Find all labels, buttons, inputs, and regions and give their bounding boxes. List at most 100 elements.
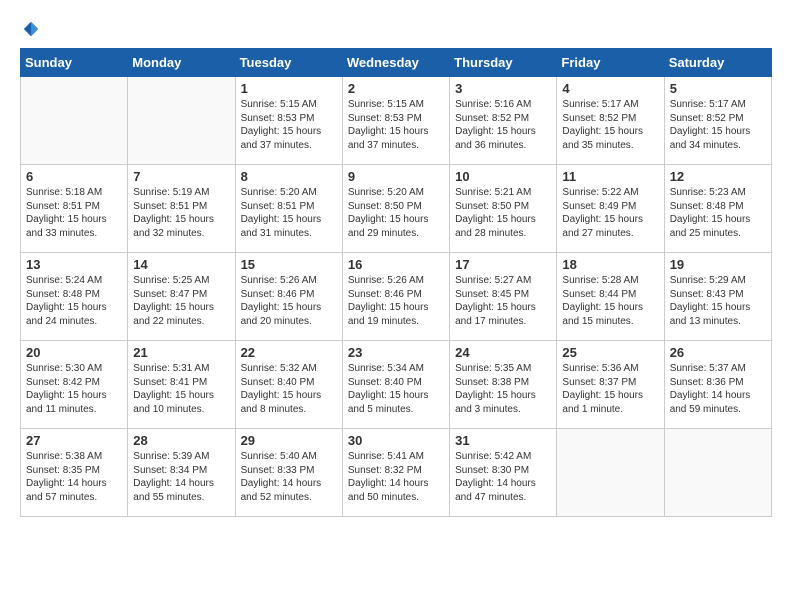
calendar-cell: 20Sunrise: 5:30 AM Sunset: 8:42 PM Dayli… [21, 341, 128, 429]
day-number: 18 [562, 257, 658, 272]
cell-content: Sunrise: 5:15 AM Sunset: 8:53 PM Dayligh… [241, 98, 337, 152]
day-number: 13 [26, 257, 122, 272]
calendar-cell: 4Sunrise: 5:17 AM Sunset: 8:52 PM Daylig… [557, 77, 664, 165]
page-header [20, 20, 772, 38]
cell-content: Sunrise: 5:22 AM Sunset: 8:49 PM Dayligh… [562, 186, 658, 240]
calendar-cell: 9Sunrise: 5:20 AM Sunset: 8:50 PM Daylig… [342, 165, 449, 253]
calendar-cell: 22 Sunrise: 5:32 AM Sunset: 8:40 PM Dayli… [235, 341, 342, 429]
calendar-header-row: SundayMondayTuesdayWednesdayThursdayFrid… [21, 49, 772, 77]
calendar-table: SundayMondayTuesdayWednesdayThursdayFrid… [20, 48, 772, 517]
day-number: 10 [455, 169, 551, 184]
calendar-cell: 7 Sunrise: 5:19 AM Sunset: 8:51 PM Daylig… [128, 165, 235, 253]
cell-content: Sunrise: 5:21 AM Sunset: 8:50 PM Dayligh… [455, 186, 551, 240]
cell-content: Sunrise: 5:41 AM Sunset: 8:32 PM Dayligh… [348, 450, 444, 504]
cell-content: Sunrise: 5:17 AM Sunset: 8:52 PM Dayligh… [670, 98, 766, 152]
cell-content: Sunrise: 5:28 AM Sunset: 8:44 PM Dayligh… [562, 274, 658, 328]
day-of-week-tuesday: Tuesday [235, 49, 342, 77]
calendar-week-1: 1 Sunrise: 5:15 AM Sunset: 8:53 PM Daylig… [21, 77, 772, 165]
day-number: 24 [455, 345, 551, 360]
day-number: 28 [133, 433, 229, 448]
calendar-cell: 17 Sunrise: 5:27 AM Sunset: 8:45 PM Dayli… [450, 253, 557, 341]
calendar-week-4: 20Sunrise: 5:30 AM Sunset: 8:42 PM Dayli… [21, 341, 772, 429]
calendar-cell: 1 Sunrise: 5:15 AM Sunset: 8:53 PM Daylig… [235, 77, 342, 165]
cell-content: Sunrise: 5:23 AM Sunset: 8:48 PM Dayligh… [670, 186, 766, 240]
day-number: 2 [348, 81, 444, 96]
cell-content: Sunrise: 5:29 AM Sunset: 8:43 PM Dayligh… [670, 274, 766, 328]
day-number: 19 [670, 257, 766, 272]
calendar-cell: 23 Sunrise: 5:34 AM Sunset: 8:40 PM Dayli… [342, 341, 449, 429]
day-of-week-sunday: Sunday [21, 49, 128, 77]
day-number: 26 [670, 345, 766, 360]
cell-content: Sunrise: 5:32 AM Sunset: 8:40 PM Dayligh… [241, 362, 337, 416]
day-number: 5 [670, 81, 766, 96]
cell-content: Sunrise: 5:24 AM Sunset: 8:48 PM Dayligh… [26, 274, 122, 328]
day-number: 22 [241, 345, 337, 360]
day-number: 29 [241, 433, 337, 448]
cell-content: Sunrise: 5:34 AM Sunset: 8:40 PM Dayligh… [348, 362, 444, 416]
day-number: 7 [133, 169, 229, 184]
day-number: 25 [562, 345, 658, 360]
calendar-week-5: 27 Sunrise: 5:38 AM Sunset: 8:35 PM Dayli… [21, 429, 772, 517]
day-number: 30 [348, 433, 444, 448]
calendar-cell: 3 Sunrise: 5:16 AM Sunset: 8:52 PM Daylig… [450, 77, 557, 165]
cell-content: Sunrise: 5:25 AM Sunset: 8:47 PM Dayligh… [133, 274, 229, 328]
calendar-cell: 15 Sunrise: 5:26 AM Sunset: 8:46 PM Dayli… [235, 253, 342, 341]
cell-content: Sunrise: 5:17 AM Sunset: 8:52 PM Dayligh… [562, 98, 658, 152]
cell-content: Sunrise: 5:40 AM Sunset: 8:33 PM Dayligh… [241, 450, 337, 504]
cell-content: Sunrise: 5:15 AM Sunset: 8:53 PM Dayligh… [348, 98, 444, 152]
day-number: 6 [26, 169, 122, 184]
cell-content: Sunrise: 5:26 AM Sunset: 8:46 PM Dayligh… [348, 274, 444, 328]
day-number: 1 [241, 81, 337, 96]
day-of-week-wednesday: Wednesday [342, 49, 449, 77]
logo [20, 20, 40, 38]
cell-content: Sunrise: 5:16 AM Sunset: 8:52 PM Dayligh… [455, 98, 551, 152]
calendar-cell: 29 Sunrise: 5:40 AM Sunset: 8:33 PM Dayli… [235, 429, 342, 517]
day-number: 9 [348, 169, 444, 184]
calendar-cell: 5 Sunrise: 5:17 AM Sunset: 8:52 PM Daylig… [664, 77, 771, 165]
day-of-week-monday: Monday [128, 49, 235, 77]
day-number: 17 [455, 257, 551, 272]
calendar-cell: 8 Sunrise: 5:20 AM Sunset: 8:51 PM Daylig… [235, 165, 342, 253]
day-number: 11 [562, 169, 658, 184]
calendar-cell: 21Sunrise: 5:31 AM Sunset: 8:41 PM Dayli… [128, 341, 235, 429]
calendar-week-2: 6 Sunrise: 5:18 AM Sunset: 8:51 PM Daylig… [21, 165, 772, 253]
cell-content: Sunrise: 5:19 AM Sunset: 8:51 PM Dayligh… [133, 186, 229, 240]
day-number: 14 [133, 257, 229, 272]
cell-content: Sunrise: 5:27 AM Sunset: 8:45 PM Dayligh… [455, 274, 551, 328]
calendar-cell: 13 Sunrise: 5:24 AM Sunset: 8:48 PM Dayli… [21, 253, 128, 341]
day-number: 15 [241, 257, 337, 272]
calendar-cell: 2 Sunrise: 5:15 AM Sunset: 8:53 PM Daylig… [342, 77, 449, 165]
calendar-cell [21, 77, 128, 165]
day-number: 8 [241, 169, 337, 184]
day-number: 23 [348, 345, 444, 360]
calendar-cell [557, 429, 664, 517]
cell-content: Sunrise: 5:18 AM Sunset: 8:51 PM Dayligh… [26, 186, 122, 240]
calendar-cell: 10 Sunrise: 5:21 AM Sunset: 8:50 PM Dayli… [450, 165, 557, 253]
cell-content: Sunrise: 5:36 AM Sunset: 8:37 PM Dayligh… [562, 362, 658, 416]
calendar-cell: 24Sunrise: 5:35 AM Sunset: 8:38 PM Dayli… [450, 341, 557, 429]
calendar-cell: 30 Sunrise: 5:41 AM Sunset: 8:32 PM Dayli… [342, 429, 449, 517]
day-of-week-saturday: Saturday [664, 49, 771, 77]
calendar-cell: 14 Sunrise: 5:25 AM Sunset: 8:47 PM Dayli… [128, 253, 235, 341]
calendar-cell: 12 Sunrise: 5:23 AM Sunset: 8:48 PM Dayli… [664, 165, 771, 253]
cell-content: Sunrise: 5:38 AM Sunset: 8:35 PM Dayligh… [26, 450, 122, 504]
cell-content: Sunrise: 5:37 AM Sunset: 8:36 PM Dayligh… [670, 362, 766, 416]
calendar-cell: 26 Sunrise: 5:37 AM Sunset: 8:36 PM Dayli… [664, 341, 771, 429]
day-of-week-friday: Friday [557, 49, 664, 77]
cell-content: Sunrise: 5:26 AM Sunset: 8:46 PM Dayligh… [241, 274, 337, 328]
calendar-cell: 27 Sunrise: 5:38 AM Sunset: 8:35 PM Dayli… [21, 429, 128, 517]
day-number: 3 [455, 81, 551, 96]
day-number: 16 [348, 257, 444, 272]
cell-content: Sunrise: 5:31 AM Sunset: 8:41 PM Dayligh… [133, 362, 229, 416]
cell-content: Sunrise: 5:42 AM Sunset: 8:30 PM Dayligh… [455, 450, 551, 504]
calendar-cell [128, 77, 235, 165]
calendar-cell: 25 Sunrise: 5:36 AM Sunset: 8:37 PM Dayli… [557, 341, 664, 429]
cell-content: Sunrise: 5:20 AM Sunset: 8:51 PM Dayligh… [241, 186, 337, 240]
day-number: 27 [26, 433, 122, 448]
logo-icon [22, 20, 40, 38]
calendar-cell: 18 Sunrise: 5:28 AM Sunset: 8:44 PM Dayli… [557, 253, 664, 341]
calendar-cell [664, 429, 771, 517]
cell-content: Sunrise: 5:39 AM Sunset: 8:34 PM Dayligh… [133, 450, 229, 504]
day-number: 12 [670, 169, 766, 184]
calendar-week-3: 13 Sunrise: 5:24 AM Sunset: 8:48 PM Dayli… [21, 253, 772, 341]
